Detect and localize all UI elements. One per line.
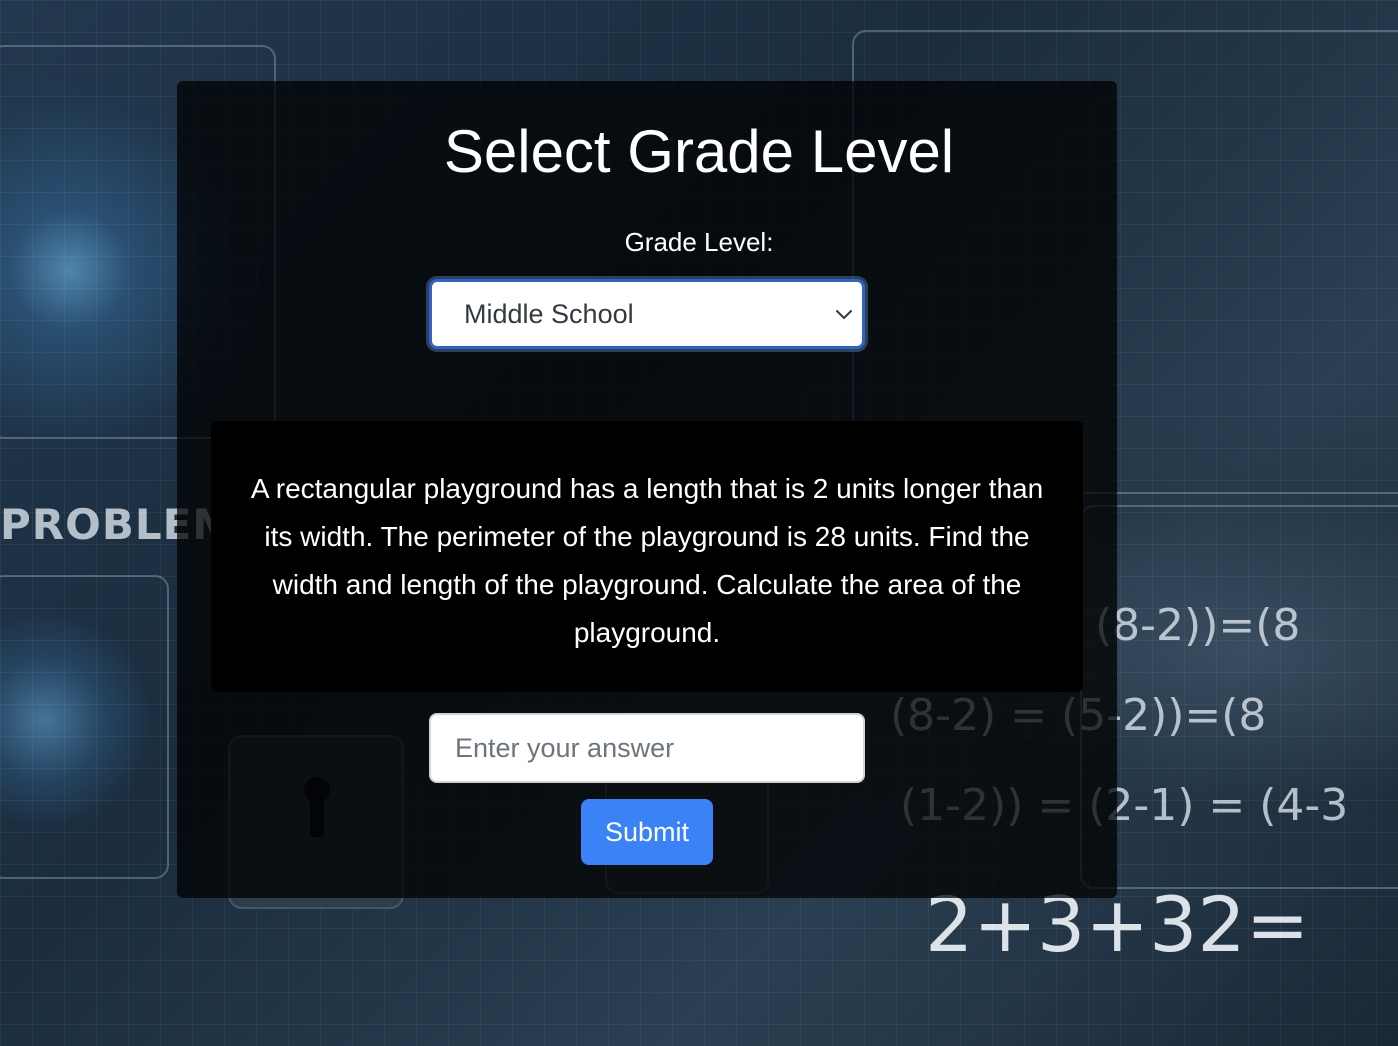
submit-button[interactable]: Submit — [581, 799, 713, 865]
problem-box: A rectangular playground has a length th… — [211, 421, 1083, 692]
answer-input[interactable] — [429, 713, 865, 783]
grade-level-select[interactable]: Middle School — [429, 279, 865, 349]
problem-text: A rectangular playground has a length th… — [250, 473, 1044, 648]
background-panel — [0, 575, 169, 879]
chevron-down-icon — [836, 310, 852, 319]
page-title: Select Grade Level — [443, 118, 955, 185]
background-equation: (8-2))=(8 — [1095, 600, 1301, 651]
grade-level-label: Grade Level: — [624, 227, 774, 257]
grade-level-selected-value: Middle School — [464, 299, 634, 329]
